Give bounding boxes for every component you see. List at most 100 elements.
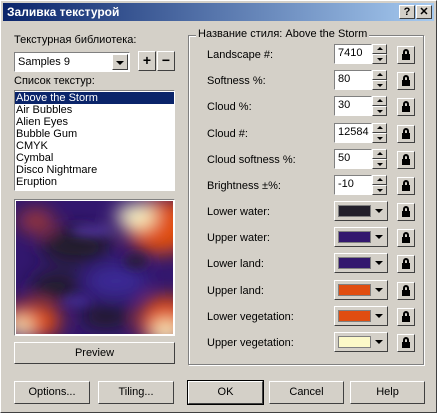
chevron-down-icon xyxy=(375,235,383,239)
softness-spinner[interactable]: 80 xyxy=(334,70,388,90)
chevron-down-icon xyxy=(375,340,383,344)
brightness-field[interactable]: -10 xyxy=(334,175,372,195)
upper-land-lock-button[interactable] xyxy=(397,282,415,300)
spin-up-button[interactable] xyxy=(372,44,387,54)
remove-library-button[interactable]: − xyxy=(157,51,175,71)
cloud-softness-field[interactable]: 50 xyxy=(334,149,372,169)
spin-up-button[interactable] xyxy=(372,70,387,80)
cloud-percent-spinner[interactable]: 30 xyxy=(334,96,388,116)
texture-preview-frame xyxy=(14,199,175,336)
upper-vegetation-lock-button[interactable] xyxy=(397,334,415,352)
list-item[interactable]: Air Bubbles xyxy=(15,104,174,116)
chevron-down-icon xyxy=(375,209,383,213)
upper-water-lock-button[interactable] xyxy=(397,229,415,247)
texture-fill-dialog: Заливка текстурой ? ✕ Текстурная библиот… xyxy=(0,0,437,413)
window-title: Заливка текстурой xyxy=(7,5,120,19)
style-group-title: Название стиля: Above the Storm xyxy=(196,28,370,40)
spin-down-button[interactable] xyxy=(372,185,387,195)
list-item[interactable]: Eruption xyxy=(15,176,174,188)
upper-water-label: Upper water: xyxy=(207,232,270,244)
options-button[interactable]: Options... xyxy=(14,381,90,404)
cancel-button-label: Cancel xyxy=(289,386,324,398)
library-label: Текстурная библиотека: xyxy=(14,34,137,46)
list-item[interactable]: Cymbal xyxy=(15,152,174,164)
ok-button-label: OK xyxy=(217,386,234,398)
spin-down-button[interactable] xyxy=(372,159,387,169)
lower-water-color-picker[interactable] xyxy=(334,201,388,221)
texture-list[interactable]: Above the Storm Air Bubbles Alien Eyes B… xyxy=(14,90,175,191)
landscape-field[interactable]: 7410 xyxy=(334,44,372,64)
tiling-button-label: Tiling... xyxy=(118,386,154,398)
help-title-button[interactable]: ? xyxy=(399,5,415,19)
preview-button[interactable]: Preview xyxy=(14,342,175,364)
upper-vegetation-color-picker[interactable] xyxy=(334,332,388,352)
help-button-label: Help xyxy=(376,386,399,398)
list-item[interactable]: Above the Storm xyxy=(15,92,174,104)
spin-down-button[interactable] xyxy=(372,80,387,90)
spin-up-button[interactable] xyxy=(372,175,387,185)
cloud-percent-lock-button[interactable] xyxy=(397,98,415,116)
ok-button[interactable]: OK xyxy=(187,380,264,405)
upper-water-color-picker[interactable] xyxy=(334,227,388,247)
cloud-softness-lock-button[interactable] xyxy=(397,151,415,169)
cloud-softness-spinner[interactable]: 50 xyxy=(334,149,388,169)
cloud-number-lock-button[interactable] xyxy=(397,125,415,143)
landscape-lock-button[interactable] xyxy=(397,46,415,64)
cloud-percent-field[interactable]: 30 xyxy=(334,96,372,116)
color-swatch xyxy=(338,284,371,296)
lower-land-color-picker[interactable] xyxy=(334,253,388,273)
chevron-down-icon xyxy=(375,288,383,292)
upper-land-label: Upper land: xyxy=(207,285,264,297)
chevron-down-icon xyxy=(116,61,124,65)
cloud-number-field[interactable]: 12584 xyxy=(334,123,372,143)
library-dropdown-button[interactable] xyxy=(112,54,128,70)
library-select[interactable]: Samples 9 xyxy=(14,52,130,72)
lower-water-label: Lower water: xyxy=(207,206,270,218)
texture-list-label: Список текстур: xyxy=(14,75,95,87)
cloud-softness-label: Cloud softness %: xyxy=(207,154,296,166)
options-button-label: Options... xyxy=(28,386,76,398)
spin-down-button[interactable] xyxy=(372,133,387,143)
spin-up-button[interactable] xyxy=(372,149,387,159)
upper-land-color-picker[interactable] xyxy=(334,280,388,300)
texture-preview-image xyxy=(16,201,173,334)
color-swatch xyxy=(338,231,371,243)
title-bar[interactable]: Заливка текстурой ? ✕ xyxy=(3,3,434,21)
color-swatch xyxy=(338,310,371,322)
list-item[interactable]: Alien Eyes xyxy=(15,116,174,128)
lower-vegetation-color-picker[interactable] xyxy=(334,306,388,326)
color-swatch xyxy=(338,336,371,348)
close-button[interactable]: ✕ xyxy=(416,5,432,19)
brightness-spinner[interactable]: -10 xyxy=(334,175,388,195)
list-item[interactable]: Disco Nightmare xyxy=(15,164,174,176)
cancel-button[interactable]: Cancel xyxy=(269,381,344,404)
brightness-label: Brightness ±%: xyxy=(207,180,281,192)
lower-vegetation-lock-button[interactable] xyxy=(397,308,415,326)
spin-down-button[interactable] xyxy=(372,106,387,116)
lower-water-lock-button[interactable] xyxy=(397,203,415,221)
cloud-number-spinner[interactable]: 12584 xyxy=(334,123,388,143)
color-swatch xyxy=(338,205,371,217)
lower-land-lock-button[interactable] xyxy=(397,255,415,273)
spin-up-button[interactable] xyxy=(372,96,387,106)
cloud-number-label: Cloud #: xyxy=(207,128,248,140)
chevron-down-icon xyxy=(375,314,383,318)
landscape-spinner[interactable]: 7410 xyxy=(334,44,388,64)
softness-field[interactable]: 80 xyxy=(334,70,372,90)
list-item[interactable]: Bubble Gum xyxy=(15,128,174,140)
list-item[interactable]: CMYK xyxy=(15,140,174,152)
spin-down-button[interactable] xyxy=(372,54,387,64)
help-button[interactable]: Help xyxy=(350,381,425,404)
brightness-lock-button[interactable] xyxy=(397,177,415,195)
preview-button-label: Preview xyxy=(74,347,115,359)
softness-lock-button[interactable] xyxy=(397,72,415,90)
upper-vegetation-label: Upper vegetation: xyxy=(207,337,294,349)
spin-up-button[interactable] xyxy=(372,123,387,133)
lower-land-label: Lower land: xyxy=(207,258,264,270)
chevron-down-icon xyxy=(375,261,383,265)
landscape-label: Landscape #: xyxy=(207,49,274,61)
tiling-button[interactable]: Tiling... xyxy=(98,381,174,404)
softness-label: Softness %: xyxy=(207,75,266,87)
lower-vegetation-label: Lower vegetation: xyxy=(207,311,294,323)
add-library-button[interactable]: + xyxy=(138,51,156,71)
